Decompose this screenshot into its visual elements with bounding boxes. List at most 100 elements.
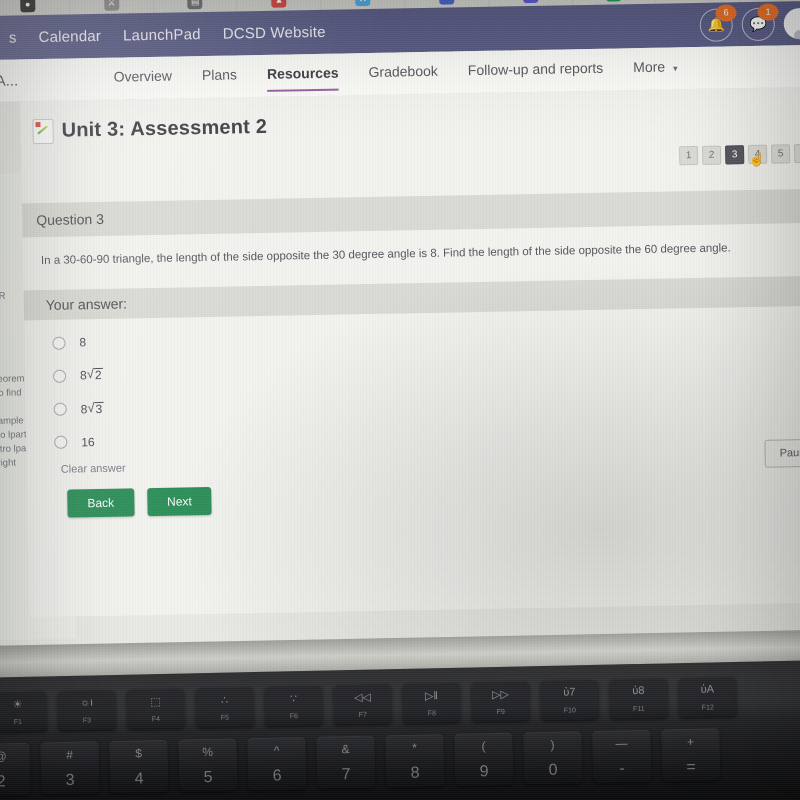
- key-4: $4: [109, 739, 169, 794]
- key-fn-label: F5: [220, 714, 230, 722]
- key-f1: ☀ F1: [0, 690, 48, 732]
- bell-icon[interactable]: 🔔 6: [699, 3, 737, 42]
- pause-test-button[interactable]: Pause test: [764, 438, 800, 468]
- key-9: (9: [454, 732, 514, 786]
- bookmark-glyph: M: [606, 0, 622, 2]
- key-fn-label: F12: [701, 704, 714, 712]
- key-f7: ◁◁ F7: [333, 683, 393, 725]
- key-shift-glyph: $: [135, 746, 143, 761]
- pagination-page-1[interactable]: 1: [678, 145, 699, 166]
- key-shift-glyph: @: [0, 749, 7, 764]
- radio-button-b[interactable]: [52, 369, 67, 383]
- key-number-label: 7: [341, 766, 351, 784]
- bookmark-glyph: ⚔: [103, 0, 120, 11]
- tab-gradebook[interactable]: Gradebook: [368, 63, 438, 84]
- square-root-icon: √ 3: [87, 400, 104, 417]
- mouse-cursor-icon: ☝: [748, 151, 766, 168]
- bookmark-glyph: ▤: [187, 0, 203, 9]
- key-fn-label: F10: [563, 707, 576, 715]
- key-5: % 5: [178, 738, 238, 792]
- tab-plans[interactable]: Plans: [202, 66, 237, 87]
- pagination-page-2[interactable]: 2: [701, 145, 722, 165]
- key-number-label: 3: [65, 771, 75, 790]
- key-glyph: ὐA: [700, 683, 715, 696]
- key-glyph: ∵: [289, 693, 298, 706]
- key-fn-label: F4: [151, 716, 161, 724]
- key-number-label: 8: [410, 764, 420, 782]
- bookmark-glyph: ▭: [438, 0, 455, 5]
- key-shift-glyph: *: [412, 740, 418, 755]
- key-glyph: ☀: [12, 698, 23, 712]
- tab-resources[interactable]: Resources: [267, 65, 339, 86]
- question-block: Question 3 In a 30-60-90 triangle, the l…: [21, 188, 800, 519]
- answer-choice-list: 8 8 √ 2 8 √ 3 16: [24, 306, 800, 450]
- key-glyph: ▷▷: [491, 688, 510, 702]
- key-glyph: ⬚: [150, 696, 161, 709]
- key-f6: ∵ F6: [264, 684, 324, 726]
- key-8: * 8: [385, 734, 445, 788]
- key-shift-glyph: (: [481, 739, 486, 754]
- chevron-down-icon: ▾: [672, 63, 678, 74]
- avatar-head: [793, 29, 800, 39]
- nav-link-dcsd-website[interactable]: DCSD Website: [223, 23, 326, 42]
- answer-choice-b[interactable]: 8 √ 2: [52, 354, 800, 384]
- answer-choice-a[interactable]: 8: [52, 322, 800, 350]
- key-glyph: ὐ8: [632, 684, 645, 698]
- key-f9: ▷▷ F9: [471, 680, 531, 722]
- radio-button-c[interactable]: [53, 403, 67, 417]
- laptop-keyboard: ☀ F1 ☼ı F3 ⬚ F4 ∴ F5 ∵ F6 ◁◁ F7 ▷‖ F8 ▷▷ F9 ὐ7 F10 ὐ8 F11 ὐA…: [0, 659, 800, 800]
- key-shift-glyph: +: [686, 734, 695, 749]
- key-shift-glyph: #: [66, 747, 74, 762]
- key-f4: ⬚ F4: [126, 687, 186, 729]
- next-button[interactable]: Next: [146, 486, 213, 516]
- radio-button-d[interactable]: [54, 435, 68, 450]
- message-badge: 1: [757, 2, 779, 21]
- key-fn-label: F11: [632, 705, 645, 714]
- key-shift-glyph: %: [202, 744, 214, 760]
- bookmark-glyph: W: [355, 0, 371, 6]
- nav-link-s[interactable]: s: [9, 29, 17, 46]
- key-2: @2: [0, 742, 31, 796]
- radio-button-a[interactable]: [52, 336, 66, 350]
- key-fn-label: F6: [289, 713, 299, 721]
- key-glyph: ὐ7: [563, 686, 576, 699]
- tab-overview[interactable]: Overview: [113, 68, 172, 89]
- key-number-label: 2: [0, 773, 6, 791]
- pagination-page-5[interactable]: 5: [770, 144, 791, 164]
- key-fn-label: F3: [82, 717, 92, 725]
- user-avatar-icon[interactable]: [783, 7, 800, 39]
- key-number-label: 4: [134, 770, 144, 788]
- key-fn-label: F1: [13, 718, 23, 727]
- number-key-row: @2 #3 $4% 5 ^ 6 & 7 * 8(9) 0— - + =: [0, 728, 721, 796]
- chat-icon[interactable]: 💬 1: [741, 2, 779, 41]
- nav-link-calendar[interactable]: Calendar: [38, 27, 101, 45]
- nav-link-launchpad[interactable]: LaunchPad: [123, 26, 201, 44]
- key-number-label: 6: [272, 767, 282, 785]
- square-root-icon: √ 2: [87, 366, 103, 384]
- assessment-title: Unit 3: Assessment 2: [61, 115, 268, 142]
- radicand: 2: [93, 368, 103, 384]
- tab-more[interactable]: More ▾: [633, 58, 678, 79]
- notification-badge: 6: [715, 3, 737, 22]
- key-6: ^ 6: [247, 736, 307, 791]
- pagination-page-6[interactable]: 6: [793, 143, 800, 164]
- key--: — -: [592, 729, 652, 783]
- tab-follow-up-and-reports[interactable]: Follow-up and reports: [468, 60, 604, 82]
- choice-coefficient: 8: [79, 335, 87, 350]
- browser-window: ●⚔▤▲W▭PM■● sCalendarLaunchPadDCSD Websit…: [0, 0, 800, 662]
- key-f10: ὐ7 F10: [540, 678, 599, 721]
- key-f8: ▷‖ F8: [402, 681, 462, 723]
- key-glyph: ▷‖: [424, 690, 439, 703]
- page-body: rtartlpartlpartRE FORlesandean theoremor…: [0, 86, 800, 662]
- laptop-screen-photo: ●⚔▤▲W▭PM■● sCalendarLaunchPadDCSD Websit…: [0, 0, 800, 800]
- clear-answer-link[interactable]: Clear answer: [61, 449, 800, 475]
- key-shift-glyph: ): [550, 737, 555, 752]
- key-3: #3: [40, 741, 100, 795]
- key-f5: ∴ F5: [195, 686, 255, 728]
- back-button[interactable]: Back: [67, 488, 135, 518]
- pagination-page-3[interactable]: 3: [724, 145, 745, 165]
- key-glyph: ∴: [220, 694, 229, 707]
- answer-choice-label-b: 8 √ 2: [80, 366, 103, 384]
- answer-choice-d[interactable]: 16: [54, 421, 800, 449]
- answer-choice-c[interactable]: 8 √ 3: [53, 388, 800, 418]
